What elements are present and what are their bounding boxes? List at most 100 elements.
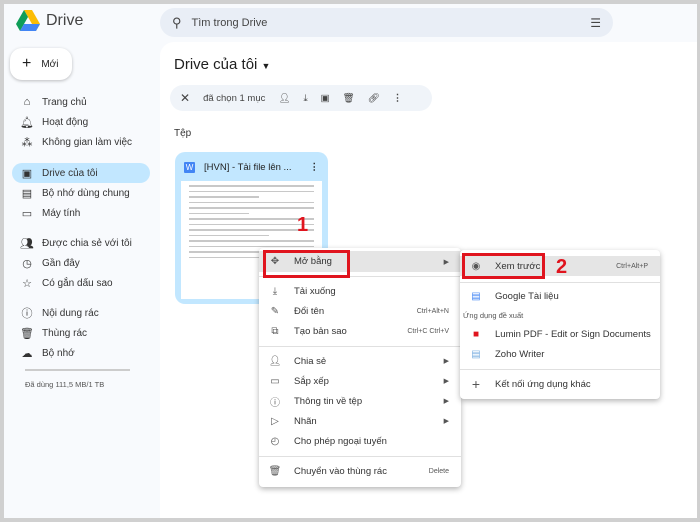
menu-item-organize[interactable]: ▭ Sắp xếp ▶	[259, 371, 461, 391]
chevron-right-icon: ▶	[443, 398, 449, 405]
shortcut: Ctrl+C Ctrl+V	[407, 327, 449, 335]
sidebar-item-activity[interactable]: 🔔︎ Hoạt động	[12, 112, 150, 132]
chevron-right-icon: ▶	[443, 258, 449, 266]
filter-icon[interactable]: ☰	[590, 16, 601, 30]
sidebar-item-shared-drives[interactable]: ▤ Bộ nhớ dùng chung	[12, 183, 150, 203]
label: Zoho Writer	[495, 348, 545, 360]
page-title[interactable]: Drive của tôi ▼	[174, 56, 270, 73]
search-input[interactable]: Tìm trong Drive	[192, 17, 581, 29]
menu-item-zoho[interactable]: ▤ Zoho Writer	[460, 344, 660, 364]
menu-item-lumin[interactable]: ■ Lumin PDF - Edit or Sign Documents	[460, 324, 660, 344]
new-button[interactable]: + Mới	[10, 48, 72, 80]
label: Gần đây	[42, 257, 80, 269]
menu-item-file-info[interactable]: ⓘ Thông tin về tệp ▶	[259, 391, 461, 411]
menu-item-share[interactable]: 👤︎ Chia sẻ ▶	[259, 351, 461, 371]
label: Bộ nhớ dùng chung	[42, 187, 130, 199]
label: Được chia sẻ với tôi	[42, 237, 132, 249]
lumin-icon: ■	[472, 328, 480, 340]
menu-item-copy[interactable]: ⧉ Tạo bản sao Ctrl+C Ctrl+V	[259, 321, 461, 341]
annotation-step-2: 2	[556, 256, 568, 278]
file-name: [HVN] - Tải file lên ...	[204, 162, 292, 173]
sidebar-item-storage[interactable]: ☁︎ Bộ nhớ	[12, 343, 150, 363]
menu-item-google-docs[interactable]: ▤ Google Tài liệu	[460, 286, 660, 306]
sidebar-item-workspaces[interactable]: ⁂ Không gian làm việc	[12, 132, 150, 152]
menu-item-connect-apps[interactable]: + Kết nối ứng dụng khác	[460, 374, 660, 394]
selection-count: đã chọn 1 mục	[203, 92, 266, 104]
offline-icon: ◴	[270, 435, 280, 447]
label: Chuyển vào thùng rác	[294, 465, 387, 477]
drive-logo[interactable]: Drive	[16, 10, 83, 31]
chevron-right-icon: ▶	[443, 378, 449, 385]
label-icon: ▷	[271, 415, 279, 427]
sidebar-item-trash[interactable]: 🗑︎ Thùng rác	[12, 323, 150, 343]
download-icon[interactable]: ⤓	[303, 93, 307, 104]
search-bar[interactable]: ⚲ Tìm trong Drive ☰	[160, 8, 613, 37]
word-icon: W	[184, 162, 195, 173]
label: Nội dung rác	[42, 307, 99, 319]
spam-icon: ⓘ	[21, 308, 33, 320]
workspaces-icon: ⁂	[21, 136, 33, 149]
star-icon: ☆	[22, 277, 32, 290]
label: Thùng rác	[42, 327, 88, 339]
menu-item-move-to-trash[interactable]: 🗑︎ Chuyển vào thùng rác Delete	[259, 461, 461, 481]
plus-icon: +	[22, 55, 32, 72]
menu-item-rename[interactable]: ✎ Đổi tên Ctrl+Alt+N	[259, 301, 461, 321]
google-docs-icon: ▤	[471, 290, 481, 302]
sidebar-item-shared-with-me[interactable]: 👥︎ Được chia sẻ với tôi	[12, 233, 150, 253]
trash-icon: 🗑︎	[20, 327, 34, 340]
menu-item-labels[interactable]: ▷ Nhãn ▶	[259, 411, 461, 431]
plus-icon: +	[471, 376, 481, 392]
context-menu: ✥ Mở bằng ▶ ⤓ Tải xuống ✎ Đổi tên Ctrl+Alt+N …	[259, 248, 461, 487]
info-icon: ⓘ	[270, 397, 280, 409]
label: Thông tin về tệp	[294, 395, 363, 407]
clock-icon: ◷	[22, 257, 32, 270]
chevron-down-icon: ▼	[261, 61, 271, 71]
annotation-step-1: 1	[297, 214, 309, 236]
sidebar-item-computers[interactable]: ▭ Máy tính	[12, 203, 150, 223]
shared-drives-icon: ▤	[21, 187, 33, 200]
sidebar-item-my-drive[interactable]: ▣ Drive của tôi	[12, 163, 150, 183]
shortcut: Ctrl+Alt+P	[616, 262, 648, 270]
sidebar-item-starred[interactable]: ☆ Có gắn dấu sao	[12, 273, 150, 293]
more-icon[interactable]: ⋮	[393, 93, 403, 104]
share-icon[interactable]: 👤︎	[278, 93, 290, 104]
share-icon: 👤︎	[268, 355, 282, 367]
label: Tạo bản sao	[294, 325, 347, 337]
folder-icon: ▭	[270, 375, 280, 387]
home-icon: ⌂	[23, 96, 31, 108]
label: Cho phép ngoại tuyến	[294, 435, 387, 447]
computer-icon: ▭	[21, 207, 33, 220]
label: Bộ nhớ	[42, 347, 75, 359]
chevron-right-icon: ▶	[443, 418, 449, 425]
annotation-box-2	[462, 253, 545, 279]
shortcut: Ctrl+Alt+N	[416, 307, 449, 315]
more-icon[interactable]: ⋮	[310, 162, 320, 173]
pencil-icon: ✎	[270, 305, 280, 317]
move-icon[interactable]: ▣	[321, 93, 330, 104]
label: Không gian làm việc	[42, 136, 133, 148]
label: Có gắn dấu sao	[42, 277, 113, 289]
title-text: Drive của tôi	[174, 56, 258, 73]
new-label: Mới	[41, 58, 59, 70]
label: Nhãn	[294, 415, 317, 427]
shortcut: Delete	[428, 467, 449, 475]
label: Drive của tôi	[42, 167, 98, 179]
menu-item-offline[interactable]: ◴ Cho phép ngoại tuyến	[259, 431, 461, 451]
label: Chia sẻ	[294, 355, 327, 367]
link-icon[interactable]: 🔗︎	[368, 93, 380, 104]
suggested-apps-header: Ứng dụng đề xuất	[463, 311, 524, 320]
people-icon: 👥︎	[20, 237, 34, 250]
download-icon: ⤓	[272, 285, 278, 297]
close-icon[interactable]: ✕	[180, 91, 190, 105]
sidebar-item-home[interactable]: ⌂ Trang chủ	[12, 92, 150, 112]
trash-icon[interactable]: 🗑︎	[343, 93, 355, 104]
sidebar-item-spam[interactable]: ⓘ Nội dung rác	[12, 303, 150, 323]
menu-item-download[interactable]: ⤓ Tải xuống	[259, 281, 461, 301]
search-icon[interactable]: ⚲	[172, 15, 182, 31]
label: Google Tài liệu	[495, 290, 559, 302]
my-drive-icon: ▣	[21, 167, 33, 180]
label: Lumin PDF - Edit or Sign Documents	[495, 328, 651, 340]
sidebar-item-recent[interactable]: ◷ Gần đây	[12, 253, 150, 273]
storage-bar	[25, 369, 130, 371]
app-name: Drive	[46, 11, 84, 29]
